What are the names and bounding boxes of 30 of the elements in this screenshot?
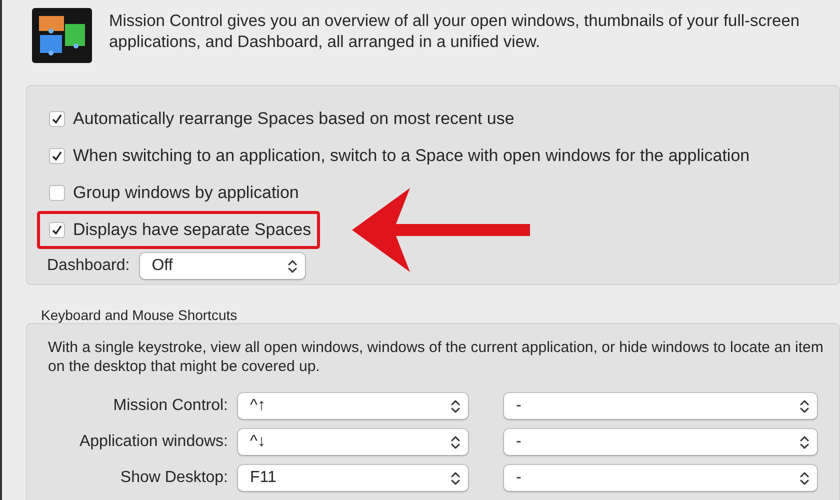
checkbox-label: Group windows by application [73,182,299,204]
shortcut-label: Show Desktop: [119,468,228,488]
section-title: Keyboard and Mouse Shortcuts [40,306,238,323]
shortcuts-description: With a single keystroke, view all open windows, windows of the current application, or hide windows to locate an item on the desktop that might be covered up. [48,338,824,376]
shortcut-label: Application windows: [78,432,228,452]
shortcut-label: Mission Control: [112,396,228,416]
checkbox[interactable] [49,110,65,126]
mission-control-icon [32,8,92,63]
stepper-icon [451,398,460,414]
checkbox-label: Displays have separate Spaces [73,218,312,241]
checkbox-label: When switching to an application, switch to a Space with open windows for the application [73,144,750,167]
checkbox[interactable] [49,222,65,238]
dropdown[interactable]: ^↓ [238,429,468,455]
checkbox[interactable] [49,184,65,200]
stepper-icon [451,470,460,486]
description-text: Mission Control gives you an overview of all your open windows, thumbnails of your full-screen applications, and Dashboard, all arranged in a unified view. [109,11,801,53]
dropdown[interactable]: - [504,429,817,455]
checkbox[interactable] [49,148,65,164]
dropdown[interactable]: - [504,465,817,491]
dropdown[interactable]: F11 [238,465,468,491]
dropdown[interactable]: - [504,393,817,419]
stepper-icon [800,434,809,450]
stepper-icon [288,258,297,274]
stepper-icon [451,434,460,450]
dropdown[interactable]: Off [140,253,305,279]
stepper-icon [800,470,809,486]
stepper-icon [800,398,809,414]
dashboard-label: Dashboard: [47,256,130,276]
dropdown[interactable]: ^↑ [238,393,468,419]
checkbox-label: Automatically rearrange Spaces based on most recent use [73,108,514,130]
